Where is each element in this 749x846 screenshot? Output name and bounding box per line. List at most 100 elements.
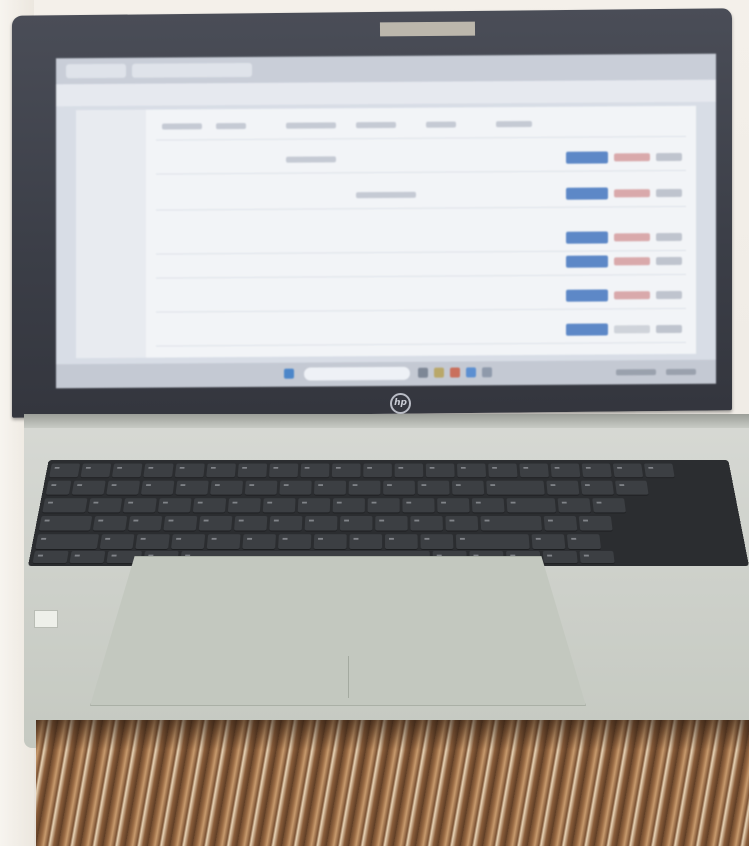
key[interactable] bbox=[437, 498, 470, 514]
row-action-button[interactable] bbox=[566, 255, 608, 268]
row-secondary-button[interactable] bbox=[656, 256, 682, 266]
key[interactable] bbox=[531, 534, 566, 550]
key[interactable] bbox=[566, 534, 602, 550]
key[interactable] bbox=[279, 480, 312, 496]
table-row[interactable] bbox=[156, 249, 686, 279]
key[interactable] bbox=[581, 463, 612, 479]
key[interactable] bbox=[313, 480, 347, 496]
key[interactable] bbox=[420, 534, 454, 550]
key[interactable] bbox=[546, 480, 580, 496]
row-action-button[interactable] bbox=[566, 289, 608, 302]
key[interactable] bbox=[143, 463, 174, 479]
backspace-key[interactable] bbox=[486, 480, 545, 496]
key[interactable] bbox=[45, 480, 72, 496]
row-action-button[interactable] bbox=[566, 187, 608, 200]
key[interactable] bbox=[269, 516, 303, 532]
key[interactable] bbox=[550, 463, 581, 479]
key[interactable] bbox=[206, 534, 241, 550]
key[interactable] bbox=[157, 498, 192, 514]
row-delete-button[interactable] bbox=[614, 153, 650, 162]
row-action-button[interactable] bbox=[566, 231, 608, 244]
key[interactable] bbox=[242, 534, 276, 550]
key[interactable] bbox=[127, 516, 163, 532]
key[interactable] bbox=[385, 534, 418, 550]
key[interactable] bbox=[174, 463, 205, 479]
key[interactable] bbox=[80, 463, 112, 479]
start-icon[interactable] bbox=[284, 368, 294, 379]
table-row[interactable] bbox=[156, 145, 686, 175]
key[interactable] bbox=[349, 534, 383, 550]
key[interactable] bbox=[332, 498, 365, 514]
key[interactable] bbox=[580, 480, 615, 496]
browser-tab[interactable] bbox=[66, 63, 126, 79]
key[interactable] bbox=[348, 480, 381, 496]
shift-key[interactable] bbox=[35, 534, 100, 550]
folder-icon[interactable] bbox=[434, 367, 444, 378]
key[interactable] bbox=[363, 463, 392, 479]
row-delete-button[interactable] bbox=[614, 233, 650, 242]
shift-key[interactable] bbox=[455, 534, 530, 550]
key[interactable] bbox=[48, 463, 81, 479]
key[interactable] bbox=[417, 480, 450, 496]
key[interactable] bbox=[402, 498, 435, 514]
key[interactable] bbox=[106, 480, 141, 496]
key[interactable] bbox=[488, 463, 518, 479]
touchpad[interactable] bbox=[90, 556, 586, 706]
key[interactable] bbox=[445, 516, 479, 532]
key[interactable] bbox=[304, 516, 338, 532]
caps-lock-key[interactable] bbox=[38, 516, 93, 532]
key[interactable] bbox=[313, 534, 347, 550]
key[interactable] bbox=[99, 534, 135, 550]
taskbar-search-input[interactable] bbox=[304, 366, 410, 381]
key[interactable] bbox=[592, 498, 627, 514]
fn-key[interactable] bbox=[69, 550, 106, 565]
key[interactable] bbox=[233, 516, 268, 532]
key[interactable] bbox=[262, 498, 296, 514]
row-action-button[interactable] bbox=[566, 151, 608, 164]
key[interactable] bbox=[206, 463, 236, 479]
taskbar-app-icon[interactable] bbox=[450, 367, 460, 378]
key[interactable] bbox=[277, 534, 312, 550]
key[interactable] bbox=[111, 463, 143, 479]
key[interactable] bbox=[163, 516, 198, 532]
key[interactable] bbox=[300, 463, 330, 479]
key[interactable] bbox=[612, 463, 644, 479]
row-secondary-button[interactable] bbox=[656, 324, 682, 334]
table-row[interactable] bbox=[156, 317, 686, 347]
key[interactable] bbox=[135, 534, 170, 550]
key[interactable] bbox=[198, 516, 233, 532]
arrow-down-key[interactable] bbox=[542, 550, 578, 565]
table-row[interactable] bbox=[156, 181, 686, 211]
row-secondary-button[interactable] bbox=[656, 152, 682, 162]
taskbar-app-icon[interactable] bbox=[418, 367, 428, 378]
key[interactable] bbox=[87, 498, 123, 514]
key[interactable] bbox=[170, 534, 206, 550]
key[interactable] bbox=[367, 498, 400, 514]
key[interactable] bbox=[451, 480, 485, 496]
row-secondary-button[interactable] bbox=[656, 232, 682, 242]
row-delete-button[interactable] bbox=[614, 189, 650, 198]
key[interactable] bbox=[456, 463, 487, 479]
key[interactable] bbox=[140, 480, 175, 496]
browser-tab[interactable] bbox=[132, 62, 252, 78]
key[interactable] bbox=[268, 463, 299, 479]
browser-icon[interactable] bbox=[466, 367, 476, 378]
key[interactable] bbox=[210, 480, 244, 496]
table-row[interactable] bbox=[156, 283, 686, 313]
key[interactable] bbox=[394, 463, 424, 479]
row-delete-button[interactable] bbox=[614, 291, 650, 300]
key[interactable] bbox=[297, 498, 331, 514]
key[interactable] bbox=[519, 463, 549, 479]
key[interactable] bbox=[615, 480, 649, 496]
key[interactable] bbox=[92, 516, 128, 532]
key[interactable] bbox=[578, 516, 613, 532]
key[interactable] bbox=[175, 480, 209, 496]
key[interactable] bbox=[339, 516, 373, 532]
ctrl-key[interactable] bbox=[32, 550, 69, 565]
key[interactable] bbox=[375, 516, 408, 532]
key[interactable] bbox=[557, 498, 592, 514]
key[interactable] bbox=[471, 498, 505, 514]
row-secondary-button[interactable] bbox=[656, 188, 682, 198]
key[interactable] bbox=[237, 463, 268, 479]
key[interactable] bbox=[227, 498, 261, 514]
